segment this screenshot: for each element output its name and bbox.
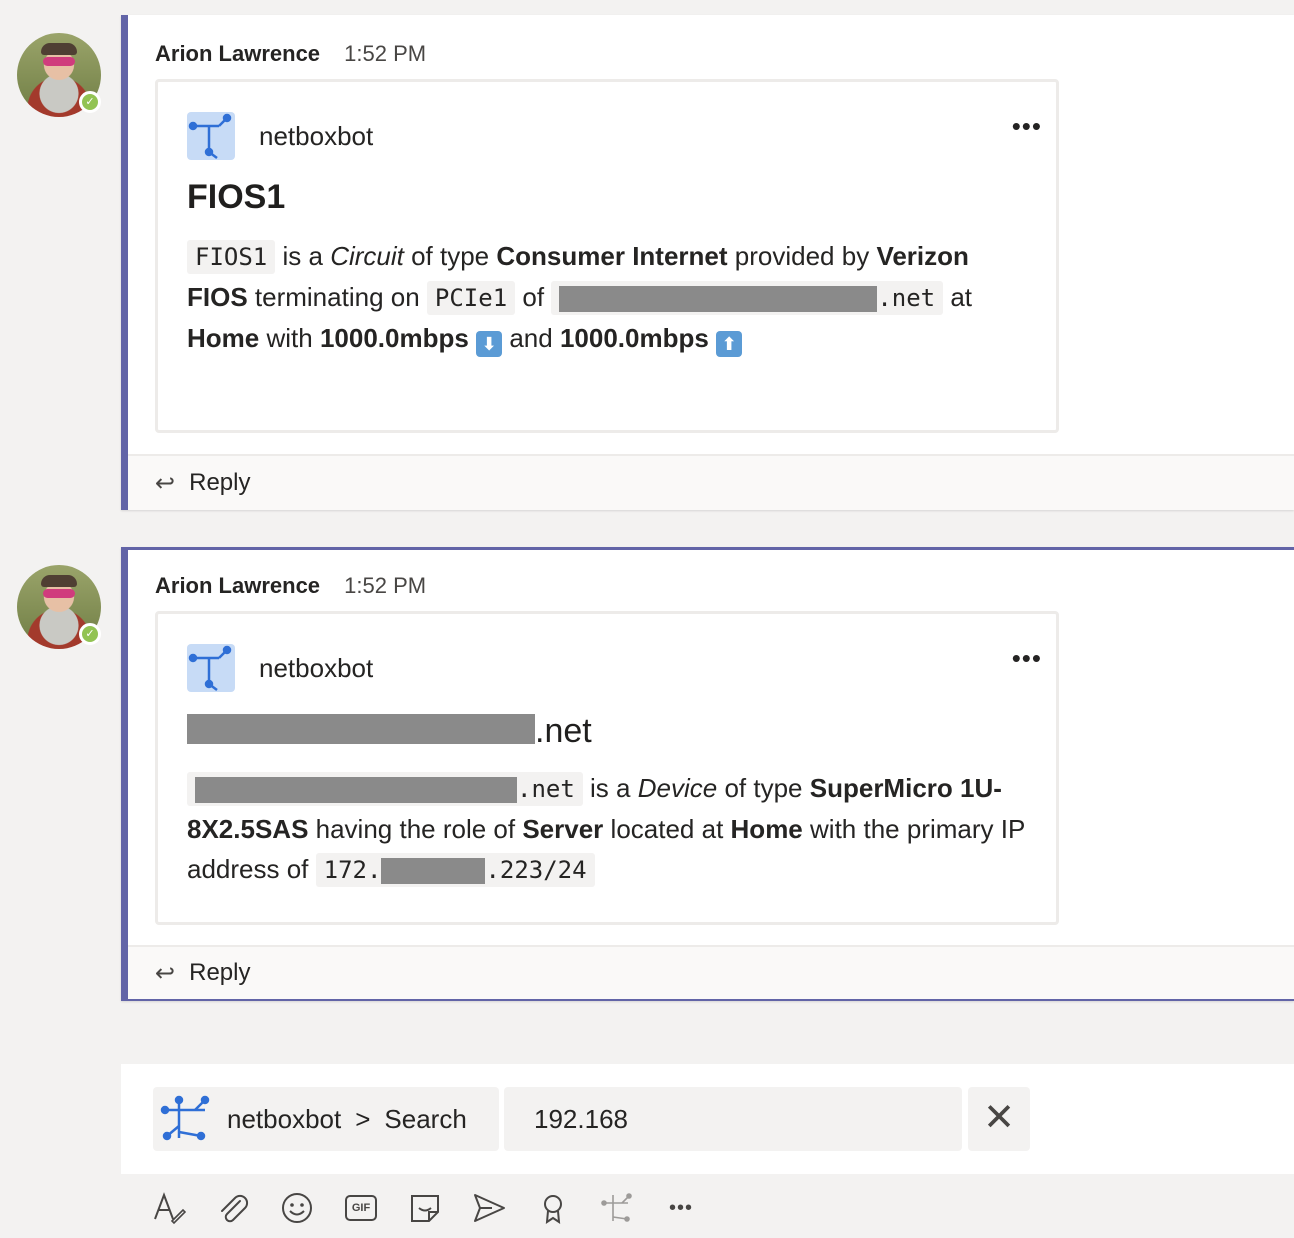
reply-label: Reply: [189, 469, 251, 496]
redaction-block: [187, 714, 535, 744]
reply-button[interactable]: ↩ Reply: [128, 454, 1294, 510]
sticker-icon[interactable]: [408, 1191, 442, 1225]
reply-label: Reply: [189, 959, 251, 986]
body-text: and: [509, 323, 553, 353]
search-query-input[interactable]: 192.168: [504, 1087, 962, 1151]
more-options-icon[interactable]: •••: [1012, 645, 1042, 671]
chip-separator: >: [355, 1103, 371, 1134]
redaction-block: [559, 286, 878, 312]
device-hostname-code: .net: [187, 772, 583, 806]
body-text: of type: [411, 241, 490, 271]
card-title: FIOS1: [187, 178, 286, 216]
hostname-suffix: .net: [877, 284, 936, 312]
adaptive-card: netboxbot ••• FIOS1 FIOS1 is a Circuit o…: [155, 79, 1059, 433]
emoji-icon[interactable]: [280, 1191, 314, 1225]
praise-icon[interactable]: [536, 1191, 570, 1225]
netbox-bot-icon: [187, 644, 235, 692]
site-name: Home: [187, 323, 260, 353]
message-composer: netboxbot > Search 192.168 ✕: [121, 1064, 1294, 1174]
message-header: Arion Lawrence 1:52 PM: [155, 573, 426, 599]
netbox-bot-icon: [159, 1092, 213, 1146]
upload-speed: 1000.0mbps: [559, 323, 709, 353]
avatar-hair: [41, 575, 77, 587]
hostname-suffix: .net: [517, 775, 575, 803]
up-arrow-icon: ⬆: [716, 331, 743, 357]
object-type: Device: [637, 773, 718, 803]
bot-name: netboxbot: [259, 120, 374, 151]
body-text: provided by: [734, 241, 870, 271]
site-name: Home: [730, 814, 803, 844]
presence-available-icon: ✓: [79, 623, 101, 645]
netbox-app-icon[interactable]: [600, 1191, 634, 1225]
bot-header: netboxbot: [187, 643, 373, 693]
body-text: having the role of: [315, 814, 516, 844]
gif-icon[interactable]: GIF: [344, 1191, 378, 1225]
sender-name[interactable]: Arion Lawrence: [155, 573, 320, 598]
compose-toolbar: GIF •••: [152, 1186, 728, 1230]
message-timestamp: 1:52 PM: [344, 41, 427, 66]
reply-arrow-icon: ↩: [155, 469, 176, 497]
down-arrow-icon: ⬇: [476, 331, 503, 357]
bot-name: netboxbot: [259, 652, 374, 683]
download-speed: 1000.0mbps: [319, 323, 469, 353]
body-text: is a: [282, 241, 323, 271]
body-text: with the primary IP address of: [187, 814, 1025, 884]
body-text: of: [522, 282, 545, 312]
chip-bot-name: netboxbot: [227, 1103, 342, 1134]
ip-suffix: .223/24: [485, 856, 587, 884]
gif-label: GIF: [351, 1202, 371, 1214]
card-title: .net: [187, 712, 592, 751]
format-icon[interactable]: [152, 1191, 187, 1225]
sender-avatar[interactable]: ✓: [17, 33, 101, 117]
circuit-id-code: FIOS1: [187, 240, 276, 274]
circuit-type: Consumer Internet: [496, 241, 728, 271]
ip-prefix: 172.: [323, 856, 382, 884]
reply-arrow-icon: ↩: [155, 959, 176, 987]
avatar-glasses: [43, 589, 75, 598]
interface-code: PCIe1: [426, 281, 516, 315]
title-suffix: .net: [535, 712, 592, 750]
device-role: Server: [522, 814, 604, 844]
message-header: Arion Lawrence 1:52 PM: [155, 41, 426, 67]
redaction-block: [381, 858, 486, 884]
presence-available-icon: ✓: [79, 91, 101, 113]
redaction-block: [195, 777, 517, 803]
meet-now-icon[interactable]: [472, 1191, 506, 1225]
card-body: .net is a Device of type SuperMicro 1U-8…: [187, 768, 1027, 890]
object-type: Circuit: [330, 241, 404, 271]
sender-avatar[interactable]: ✓: [17, 565, 101, 649]
chip-command: Search: [384, 1103, 467, 1134]
chat-message: Arion Lawrence 1:52 PM netboxbot ••• FIO…: [121, 15, 1294, 510]
device-hostname-code: .net: [551, 281, 944, 315]
body-text: of type: [724, 773, 803, 803]
body-text: located at: [610, 814, 724, 844]
card-body: FIOS1 is a Circuit of type Consumer Inte…: [187, 236, 1027, 358]
ip-address-code: 172. .223/24: [315, 853, 595, 887]
body-text: at: [950, 282, 973, 312]
chat-message-selected: Arion Lawrence 1:52 PM netboxbot ••• .ne…: [121, 547, 1294, 1001]
sender-name[interactable]: Arion Lawrence: [155, 41, 320, 66]
body-text: with: [266, 323, 313, 353]
reply-button[interactable]: ↩ Reply: [128, 945, 1294, 999]
adaptive-card: netboxbot ••• .net .net is a Device of t…: [155, 611, 1059, 925]
more-options-icon[interactable]: •••: [1012, 113, 1042, 139]
body-text: terminating on: [254, 282, 420, 312]
clear-search-button[interactable]: ✕: [968, 1087, 1030, 1151]
netbox-bot-icon: [187, 112, 235, 160]
bot-header: netboxbot: [187, 111, 373, 161]
message-timestamp: 1:52 PM: [344, 573, 427, 598]
body-text: is a: [590, 773, 631, 803]
attach-icon[interactable]: [216, 1191, 250, 1225]
avatar-glasses: [43, 57, 75, 66]
avatar-hair: [41, 43, 77, 55]
more-apps-icon[interactable]: •••: [664, 1191, 698, 1225]
bot-command-chip[interactable]: netboxbot > Search: [153, 1087, 499, 1151]
